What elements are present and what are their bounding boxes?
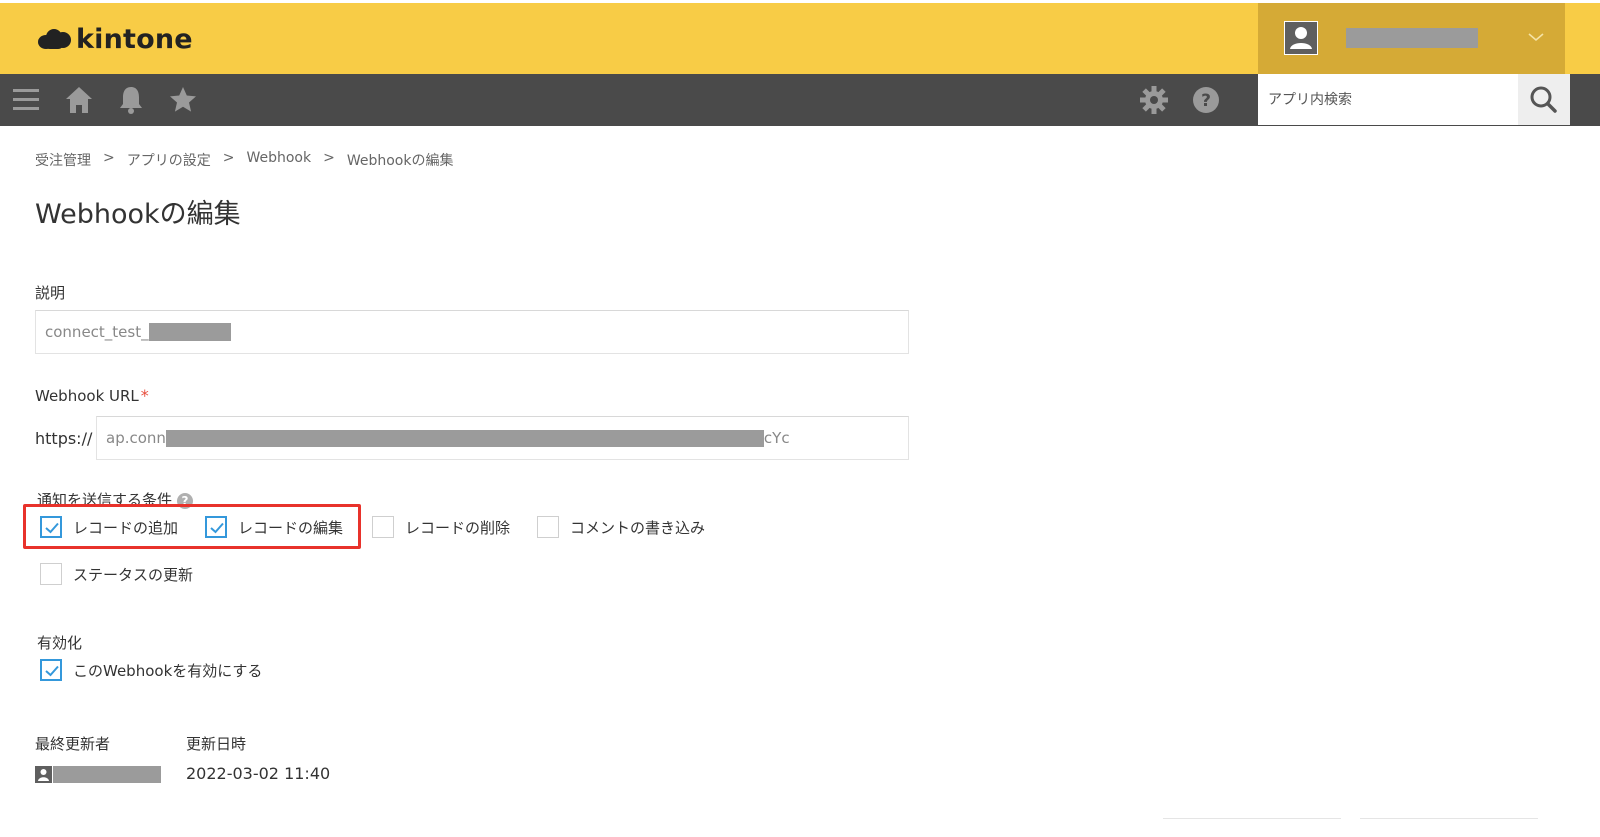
checkbox-label: レコードの削除 xyxy=(405,518,511,537)
checkbox-label: コメントの書き込み xyxy=(570,518,706,537)
webhook-url-redacted xyxy=(165,429,764,447)
checkbox-box[interactable] xyxy=(40,659,62,681)
checkbox-record-add[interactable]: レコードの追加 xyxy=(40,516,178,538)
toolbar: ? xyxy=(0,74,1600,126)
star-icon[interactable] xyxy=(167,84,199,116)
app-header: kintone xyxy=(0,3,1600,74)
checkbox-comment-post[interactable]: コメントの書き込み xyxy=(537,516,705,538)
cloud-logo-icon xyxy=(38,27,72,51)
checkbox-box[interactable] xyxy=(40,516,62,538)
breadcrumb-current: Webhookの編集 xyxy=(346,153,454,169)
description-redacted xyxy=(148,323,231,341)
kintone-logo[interactable]: kintone xyxy=(38,23,193,55)
webhook-url-label: Webhook URL * xyxy=(35,386,149,405)
user-icon xyxy=(1290,27,1312,49)
check-icon xyxy=(45,522,59,534)
activation-label: 有効化 xyxy=(37,634,83,652)
breadcrumb-separator: > xyxy=(103,150,115,166)
question-icon[interactable]: ? xyxy=(177,492,194,509)
checkbox-box[interactable] xyxy=(372,516,394,538)
breadcrumb: 受注管理 > アプリの設定 > Webhook > Webhookの編集 xyxy=(35,150,453,170)
bell-icon[interactable] xyxy=(115,84,147,116)
checkbox-enable-webhook[interactable]: このWebhookを有効にする xyxy=(40,659,262,681)
checkbox-box[interactable] xyxy=(537,516,559,538)
checkbox-label: レコードの追加 xyxy=(73,518,179,537)
webhook-url-value-start: ap.conn xyxy=(106,429,166,447)
breadcrumb-app-settings[interactable]: アプリの設定 xyxy=(127,150,211,170)
home-icon[interactable] xyxy=(63,84,95,116)
url-prefix: https:// xyxy=(35,429,93,448)
checkbox-record-delete[interactable]: レコードの削除 xyxy=(372,516,510,538)
divider xyxy=(1163,818,1341,819)
checkbox-status-update[interactable]: ステータスの更新 xyxy=(40,563,193,585)
avatar xyxy=(1284,21,1318,55)
user-name-redacted xyxy=(1346,28,1478,48)
breadcrumb-separator: > xyxy=(323,150,335,166)
checkbox-box[interactable] xyxy=(40,563,62,585)
breadcrumb-separator: > xyxy=(222,150,235,166)
gear-icon[interactable] xyxy=(1138,84,1170,116)
updater-name-redacted[interactable] xyxy=(53,766,161,783)
check-icon xyxy=(210,522,224,534)
divider xyxy=(1360,818,1538,819)
page-title: Webhookの編集 xyxy=(35,199,241,230)
checkbox-box[interactable] xyxy=(205,516,227,538)
checkbox-record-edit[interactable]: レコードの編集 xyxy=(205,516,343,538)
updated-at-value: 2022-03-02 11:40 xyxy=(186,764,331,783)
conditions-label-text: 通知を送信する条件 xyxy=(37,491,173,509)
breadcrumb-webhook[interactable]: Webhook xyxy=(246,150,311,170)
search-button[interactable] xyxy=(1518,74,1570,125)
breadcrumb-app[interactable]: 受注管理 xyxy=(35,150,91,170)
chevron-down-icon[interactable] xyxy=(1526,27,1546,47)
updater-avatar xyxy=(35,766,52,783)
check-icon xyxy=(45,665,59,677)
logo-text: kintone xyxy=(76,23,193,55)
search-icon xyxy=(1530,86,1557,113)
required-mark: * xyxy=(140,386,149,405)
user-menu[interactable] xyxy=(1258,3,1565,74)
description-label: 説明 xyxy=(35,284,66,302)
webhook-url-value-end: cYc xyxy=(763,429,790,447)
updated-by-label: 最終更新者 xyxy=(35,735,111,753)
svg-text:?: ? xyxy=(1201,91,1211,111)
menu-icon[interactable] xyxy=(10,84,42,116)
app-search-input[interactable] xyxy=(1258,74,1518,125)
checkbox-label: このWebhookを有効にする xyxy=(73,661,263,680)
user-icon xyxy=(38,769,49,781)
conditions-label: 通知を送信する条件? xyxy=(37,489,194,510)
checkbox-label: ステータスの更新 xyxy=(73,565,194,584)
description-input[interactable]: connect_test_ xyxy=(35,310,909,354)
checkbox-label: レコードの編集 xyxy=(238,518,344,537)
webhook-url-label-text: Webhook URL xyxy=(35,387,139,405)
updated-at-label: 更新日時 xyxy=(186,735,247,753)
description-value: connect_test_ xyxy=(45,323,149,341)
help-icon[interactable]: ? xyxy=(1190,84,1222,116)
webhook-url-input[interactable]: ap.conn cYc xyxy=(96,416,909,460)
